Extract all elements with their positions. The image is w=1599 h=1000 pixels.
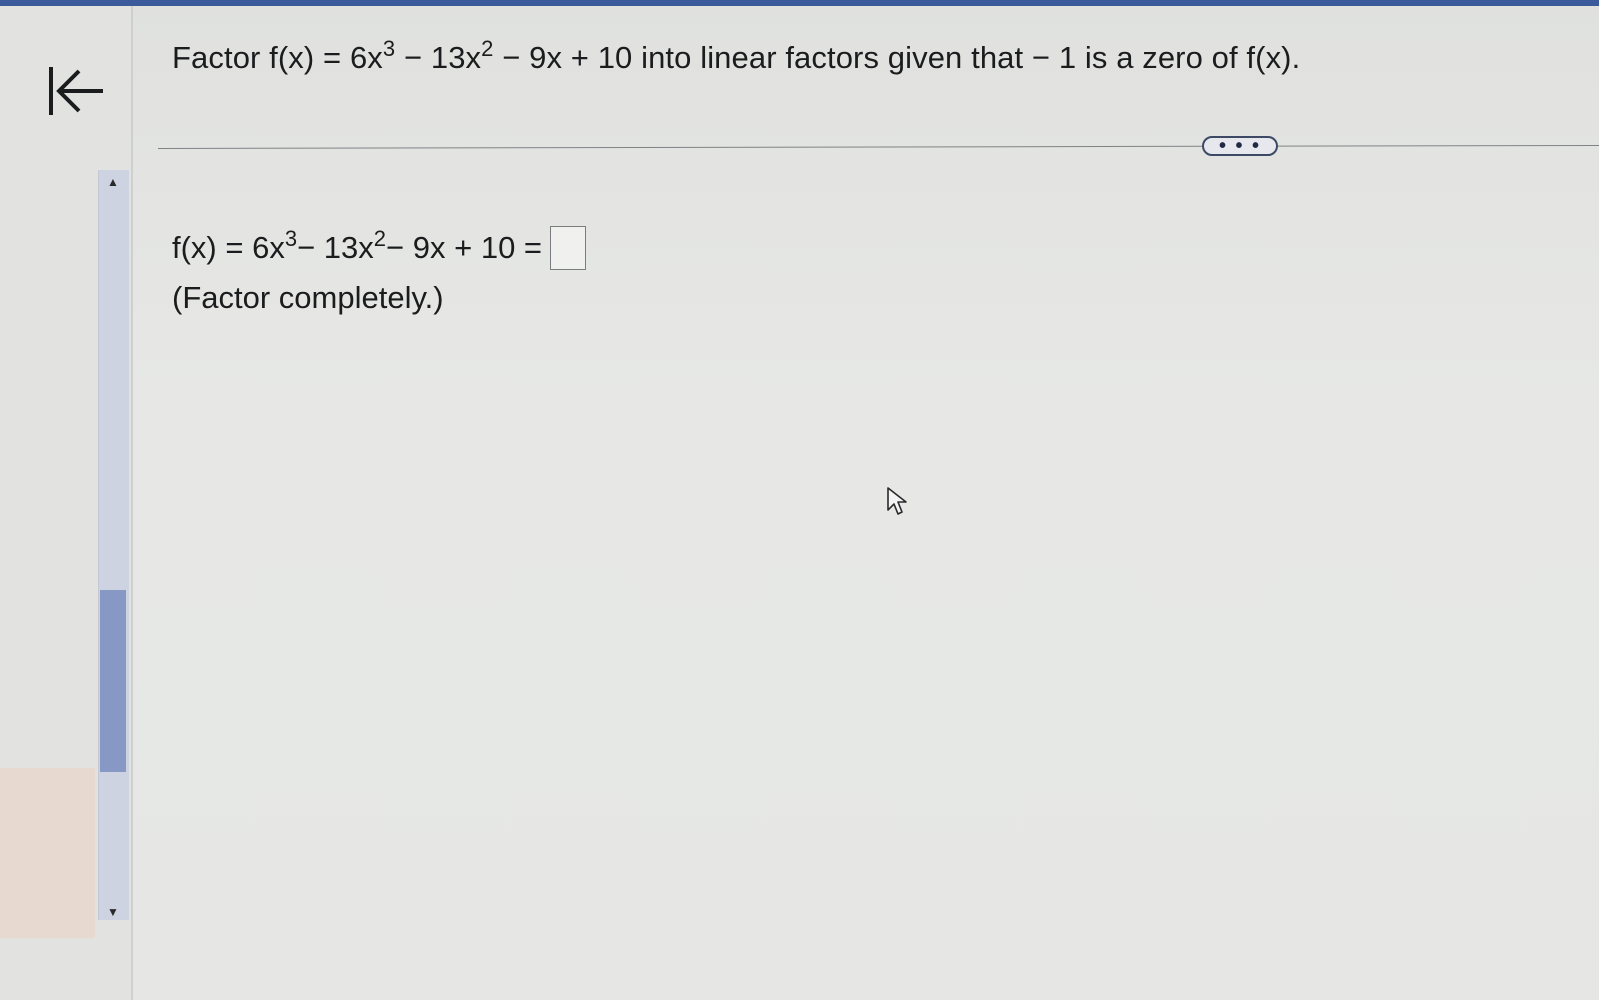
mouse-pointer-icon <box>887 487 907 515</box>
question-exponent: 3 <box>382 36 396 61</box>
question-part: − 9x + 10 into linear factors given that… <box>493 40 1301 75</box>
answer-part: − 13x <box>297 230 374 265</box>
answer-input[interactable] <box>550 226 587 270</box>
page: ▲ ▼ Factor f(x) = 6x3 − 13x2 − 9x + 10 i… <box>0 0 1599 1000</box>
answer-part: − 9x + 10 = <box>386 230 543 265</box>
answer-exponent: 3 <box>284 226 298 251</box>
scrollbar[interactable]: ▲ ▼ <box>98 170 129 920</box>
answer-exponent: 2 <box>373 226 387 251</box>
back-to-start-button[interactable] <box>40 56 110 126</box>
instruction-text: (Factor completely.) <box>172 280 444 315</box>
answer-part: f(x) = 6x <box>172 230 285 265</box>
scroll-down-icon[interactable]: ▼ <box>105 904 121 920</box>
arrow-left-to-line-icon <box>49 67 103 115</box>
scrollbar-track[interactable] <box>98 170 129 920</box>
ellipsis-icon: • • • <box>1218 135 1262 157</box>
scrollbar-thumb[interactable] <box>100 590 126 772</box>
question-exponent: 2 <box>481 36 494 61</box>
question-text: Factor f(x) = 6x3 − 13x2 − 9x + 10 into … <box>172 36 1301 76</box>
question-part: − 13x <box>395 40 482 75</box>
question-part: Factor f(x) = 6x <box>172 40 383 75</box>
scroll-up-icon[interactable]: ▲ <box>105 174 121 190</box>
top-bar <box>0 0 1599 6</box>
divider <box>157 144 1599 149</box>
more-options-button[interactable]: • • • <box>1202 136 1278 156</box>
answer-line: f(x) = 6x 3 − 13x 2 − 9x + 10 = <box>172 226 587 270</box>
left-panel-tint <box>0 768 95 938</box>
